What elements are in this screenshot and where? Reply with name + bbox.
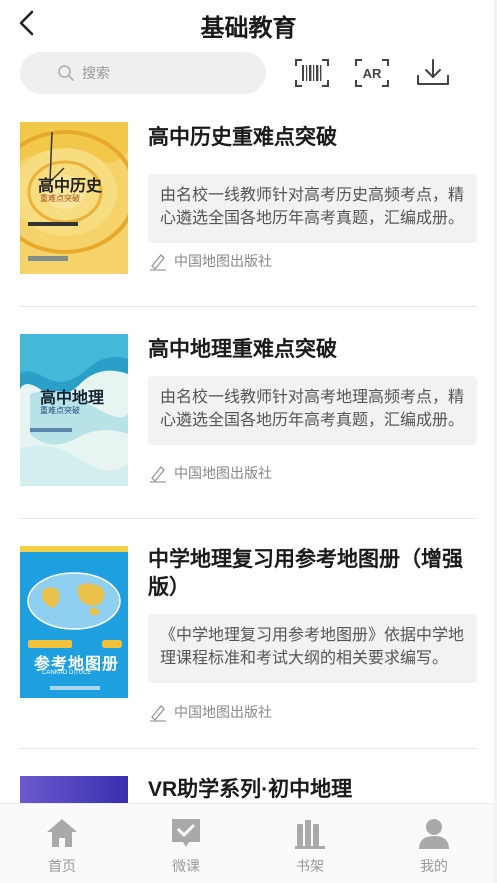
tab-profile[interactable]: 我的 [394, 814, 474, 878]
pen-icon [150, 254, 166, 271]
book-title[interactable]: VR助学系列·初中地理 [148, 776, 474, 803]
book-cover [20, 776, 128, 803]
book-title[interactable]: 中学地理复习用参考地图册（增强版） [148, 546, 474, 602]
toolbar: AR [0, 50, 497, 96]
book-item[interactable]: 高中地理 重难点突破 高中地理重难点突破 由名校一线教师针对高考地理高频考点，精… [20, 334, 477, 504]
profile-icon [419, 819, 449, 849]
home-icon [47, 819, 77, 847]
publisher-name: 中国地图出版社 [174, 704, 272, 720]
tab-label: 微课 [172, 858, 200, 874]
pen-icon [150, 466, 166, 483]
tab-bookshelf[interactable]: 书架 [270, 814, 350, 878]
search-icon [58, 65, 74, 81]
book-title[interactable]: 高中地理重难点突破 [148, 336, 474, 364]
pen-icon [150, 705, 166, 722]
divider [20, 306, 477, 307]
book-description: 由名校一线教师针对高考地理高频考点，精心遴选全国各地历年高考真题，汇编成册。 [148, 376, 477, 445]
bookshelf-icon [295, 820, 325, 849]
cover-subtitle: 重难点突破 [40, 194, 80, 203]
publisher: 中国地图出版社 [148, 462, 272, 484]
book-description: 《中学地理复习用参考地图册》依据中学地理课程标准和考试大纲的相关要求编写。 [148, 614, 477, 683]
book-item[interactable]: 高中历史 重难点突破 高中历史重难点突破 由名校一线教师针对高考历史高频考点，精… [20, 122, 477, 292]
tab-microlesson[interactable]: 微课 [146, 814, 226, 878]
cover-subtitle: CANKAO DITUCE [42, 670, 92, 676]
book-description: 由名校一线教师针对高考历史高频考点，精心遴选全国各地历年高考真题，汇编成册。 [148, 174, 477, 243]
book-description-text: 《中学地理复习用参考地图册》依据中学地理课程标准和考试大纲的相关要求编写。 [160, 627, 465, 667]
page-title: 基础教育 [200, 15, 297, 42]
barcode-scan-button[interactable] [294, 58, 330, 88]
header: 基础教育 [0, 0, 497, 48]
ar-icon: AR [355, 59, 389, 87]
ar-scan-button[interactable]: AR [354, 58, 390, 88]
search-bar[interactable] [20, 52, 266, 94]
book-cover: 高中地理 重难点突破 [20, 334, 128, 486]
download-button[interactable] [415, 58, 451, 88]
divider [20, 748, 477, 749]
tab-label: 首页 [48, 858, 76, 874]
book-item[interactable]: 参考地图册 CANKAO DITUCE 中学地理复习用参考地图册（增强版） 《中… [20, 546, 477, 732]
divider [20, 518, 477, 519]
tab-label: 书架 [296, 858, 324, 874]
book-cover: 高中历史 重难点突破 [20, 122, 128, 274]
tab-label: 我的 [420, 858, 448, 874]
book-description-text: 由名校一线教师针对高考历史高频考点，精心遴选全国各地历年高考真题，汇编成册。 [160, 187, 465, 227]
microlesson-icon [172, 819, 200, 847]
download-icon [417, 59, 449, 85]
search-input[interactable] [82, 65, 232, 81]
svg-text:AR: AR [363, 66, 382, 81]
publisher-name: 中国地图出版社 [174, 253, 272, 269]
tab-home[interactable]: 首页 [22, 814, 102, 878]
cover-subtitle: 重难点突破 [40, 406, 80, 415]
book-item[interactable]: VR助学系列·初中地理 [20, 776, 477, 803]
publisher: 中国地图出版社 [148, 701, 272, 723]
barcode-scan-icon [295, 59, 329, 87]
bottom-tab-bar: 首页 微课 书架 我的 [0, 803, 497, 883]
book-cover: 参考地图册 CANKAO DITUCE [20, 546, 128, 698]
publisher: 中国地图出版社 [148, 250, 272, 272]
book-description-text: 由名校一线教师针对高考地理高频考点，精心遴选全国各地历年高考真题，汇编成册。 [160, 389, 465, 429]
book-title[interactable]: 高中历史重难点突破 [148, 124, 474, 152]
publisher-name: 中国地图出版社 [174, 465, 272, 481]
